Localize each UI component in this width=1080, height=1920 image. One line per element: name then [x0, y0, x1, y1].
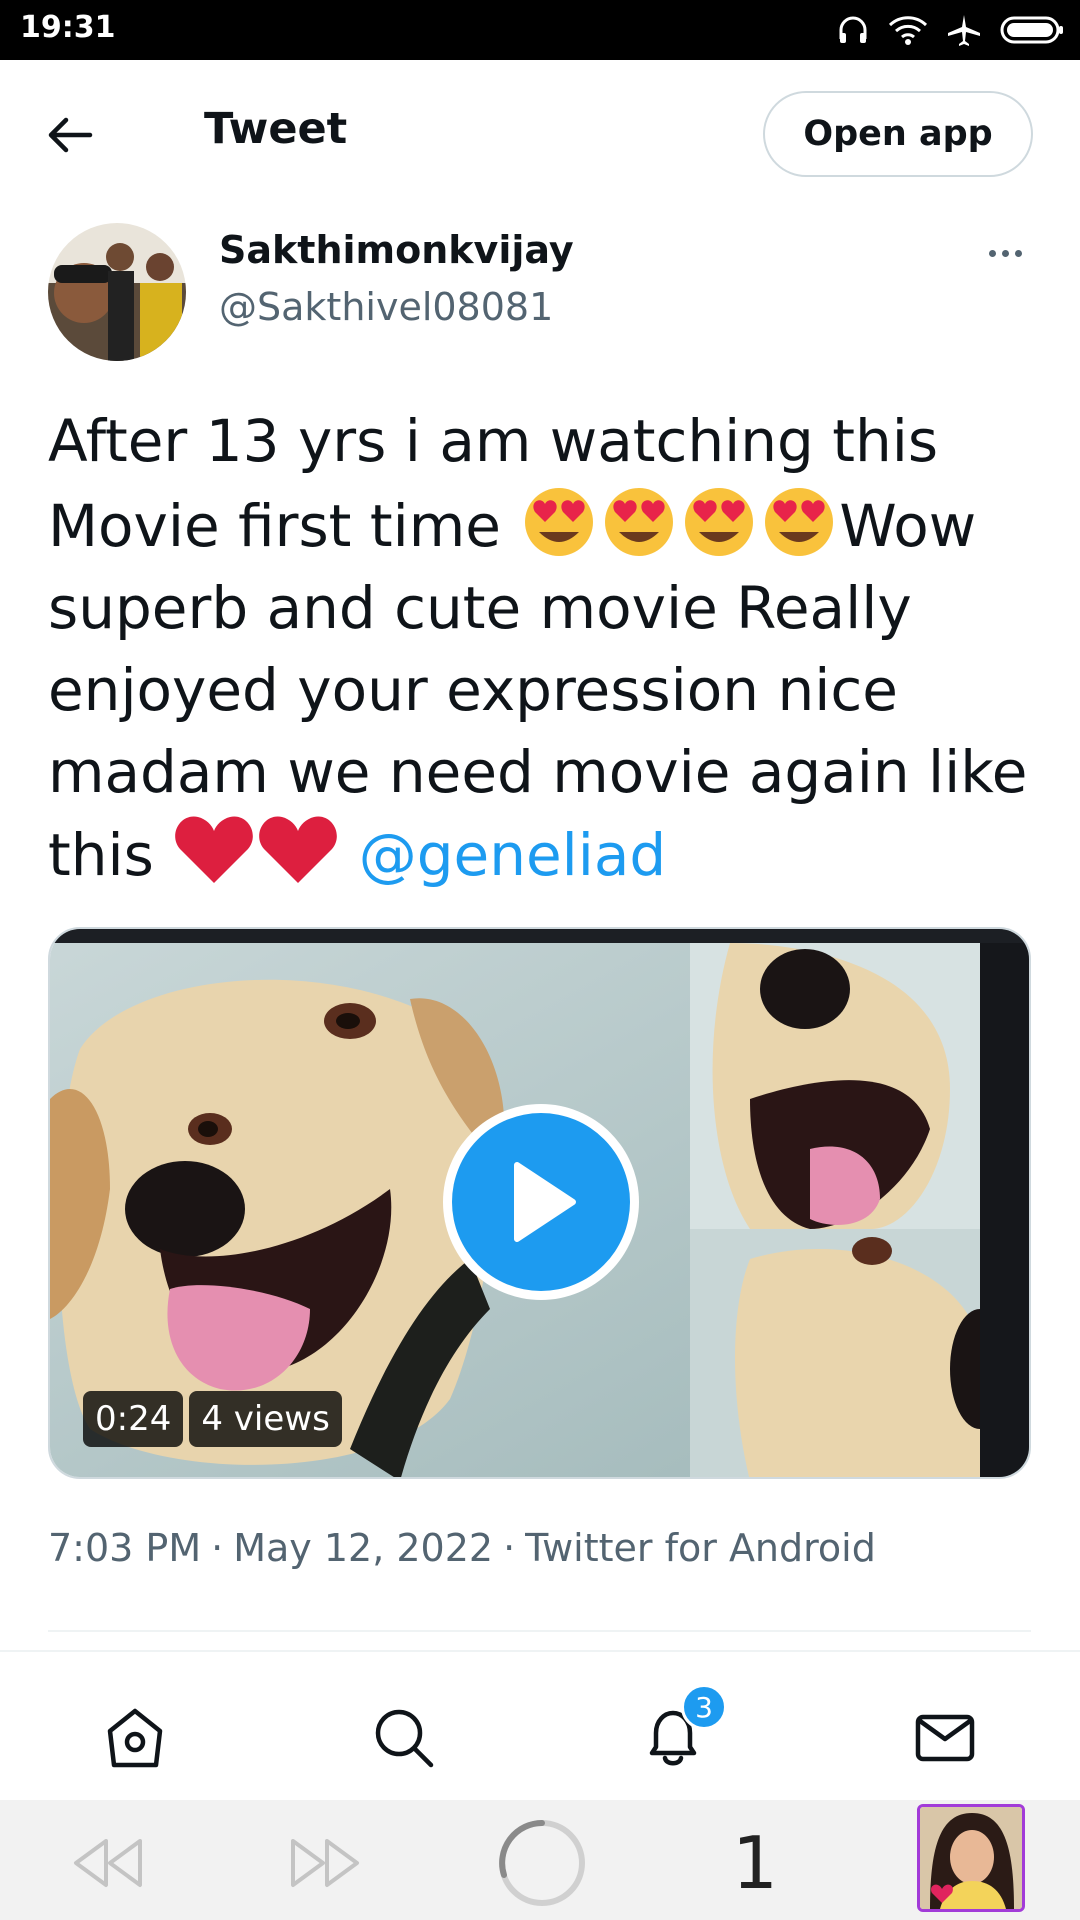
tab-count: 1 — [732, 1821, 778, 1905]
home-icon — [107, 1708, 163, 1768]
airplane-mode-icon — [948, 15, 980, 46]
nav-home[interactable] — [95, 1698, 175, 1778]
more-dot — [988, 249, 996, 257]
view-count: 4 views — [189, 1391, 342, 1447]
tweet-text: After 13 yrs i am watching this Movie fi… — [48, 400, 1038, 896]
status-time: 19:31 — [20, 10, 116, 45]
search-icon — [375, 1709, 434, 1768]
tweet-time[interactable]: 7:03 PM — [48, 1526, 201, 1570]
bottom-nav: 3 — [0, 1650, 1080, 1802]
profile-image — [920, 1807, 1022, 1909]
reload-button[interactable] — [492, 1818, 592, 1908]
profile-thumbnail[interactable] — [917, 1804, 1025, 1912]
status-icons — [836, 12, 1064, 48]
arrow-left-icon — [48, 117, 93, 153]
user-handle[interactable]: @Sakthivel08081 — [219, 285, 553, 329]
more-dot — [1001, 249, 1009, 257]
meta-separator: · — [211, 1526, 224, 1570]
status-bar: 19:31 — [0, 0, 1080, 60]
page-title: Tweet — [204, 104, 348, 154]
battery-icon — [1000, 16, 1063, 44]
back-button[interactable] — [40, 105, 100, 165]
fast-forward-button[interactable] — [285, 1818, 365, 1908]
nav-notifications[interactable]: 3 — [633, 1684, 727, 1778]
avatar[interactable] — [48, 223, 186, 361]
headphones-icon — [839, 16, 867, 43]
play-icon — [514, 1162, 576, 1242]
open-app-button[interactable]: Open app — [763, 91, 1033, 177]
nav-messages[interactable] — [905, 1698, 985, 1778]
smiling-hearts-emoji — [519, 488, 839, 560]
more-dot — [1014, 249, 1022, 257]
nav-search[interactable] — [364, 1698, 444, 1778]
messages-icon — [915, 1714, 975, 1762]
red-heart-emoji — [172, 816, 340, 889]
media-badges: 0:24 4 views — [83, 1391, 342, 1447]
display-name[interactable]: Sakthimonkvijay — [219, 228, 574, 272]
more-options-button[interactable] — [980, 238, 1030, 268]
divider — [48, 1630, 1031, 1632]
browser-toolbar: 1 — [0, 1800, 1080, 1920]
wifi-icon — [888, 16, 928, 45]
fast-forward-icon — [291, 1839, 359, 1887]
rewind-button[interactable] — [68, 1818, 148, 1908]
tweet-meta: 7:03 PM · May 12, 2022 · Twitter for And… — [48, 1526, 876, 1570]
app-header: Tweet Open app — [0, 60, 1080, 210]
mention-link[interactable]: @geneliad — [359, 821, 667, 889]
loading-spinner-icon — [499, 1820, 585, 1906]
tweet-date[interactable]: May 12, 2022 — [233, 1526, 493, 1570]
tab-count-button[interactable]: 1 — [720, 1818, 790, 1908]
meta-separator: · — [503, 1526, 516, 1570]
video-duration: 0:24 — [83, 1391, 184, 1447]
rewind-icon — [74, 1839, 142, 1887]
tweet-source[interactable]: Twitter for Android — [525, 1526, 876, 1570]
play-button[interactable] — [443, 1104, 639, 1300]
video-player[interactable]: 0:24 4 views — [48, 927, 1031, 1479]
notification-badge: 3 — [681, 1684, 727, 1730]
